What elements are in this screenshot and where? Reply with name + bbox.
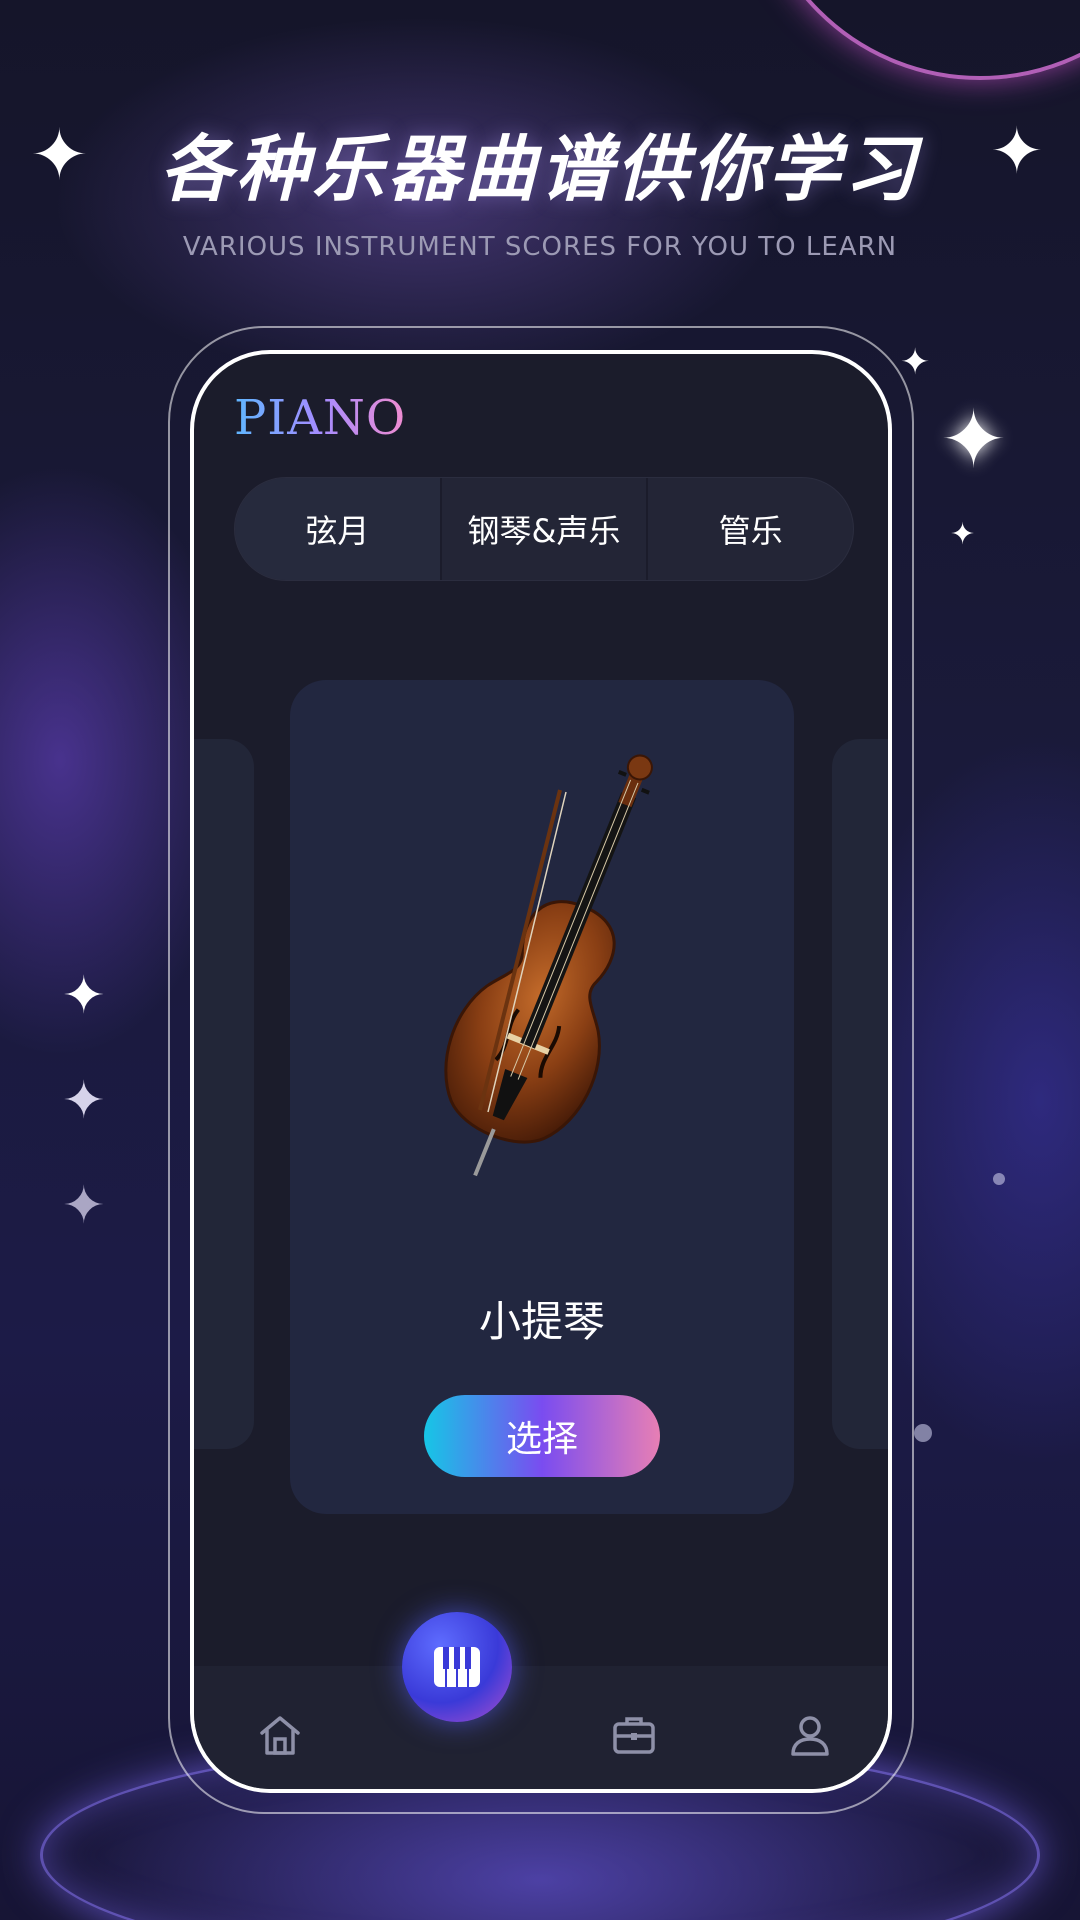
instrument-card: 小提琴 选择 bbox=[290, 680, 794, 1514]
sparkle-icon: ✦ bbox=[900, 342, 931, 383]
tab-strings[interactable]: 弦月 bbox=[235, 478, 442, 580]
sparkle-icon: ✦ bbox=[940, 393, 1008, 486]
home-icon[interactable] bbox=[256, 1711, 304, 1759]
briefcase-icon[interactable] bbox=[610, 1711, 658, 1759]
tab-winds[interactable]: 管乐 bbox=[648, 478, 853, 580]
cello-image bbox=[444, 754, 653, 1177]
sparkle-icon: ✦ bbox=[62, 1176, 106, 1236]
decorative-dot bbox=[993, 1173, 1005, 1185]
category-tabs: 弦月 钢琴&声乐 管乐 bbox=[234, 477, 854, 581]
headline: 各种乐器曲谱供你学习 bbox=[159, 127, 920, 211]
sparkle-icon: ✦ bbox=[62, 1071, 106, 1131]
promo-poster: ✦ ✦ ✦ ✦ ✦ ✦ ✦ ✦ 各种乐器曲谱供你学习 VARIOUS INSTR… bbox=[0, 0, 1080, 1920]
decorative-dot bbox=[914, 1424, 932, 1442]
phone-screen: PIANO 弦月 钢琴&声乐 管乐 小提琴 选择 bbox=[190, 350, 892, 1793]
piano-keys-icon bbox=[434, 1647, 480, 1687]
sparkle-icon: ✦ bbox=[62, 966, 106, 1026]
select-button[interactable]: 选择 bbox=[424, 1395, 660, 1477]
app-logo: PIANO bbox=[234, 390, 407, 446]
carousel-card-next[interactable] bbox=[832, 739, 888, 1449]
subheadline: VARIOUS INSTRUMENT SCORES FOR YOU TO LEA… bbox=[182, 232, 898, 262]
piano-nav-button[interactable] bbox=[402, 1612, 512, 1722]
carousel-card-previous[interactable] bbox=[194, 739, 254, 1449]
tab-piano-vocal[interactable]: 钢琴&声乐 bbox=[442, 478, 649, 580]
sparkle-icon: ✦ bbox=[950, 517, 976, 552]
user-icon[interactable] bbox=[786, 1711, 834, 1759]
decorative-arc bbox=[750, 0, 1080, 80]
instrument-name: 小提琴 bbox=[478, 1297, 605, 1346]
